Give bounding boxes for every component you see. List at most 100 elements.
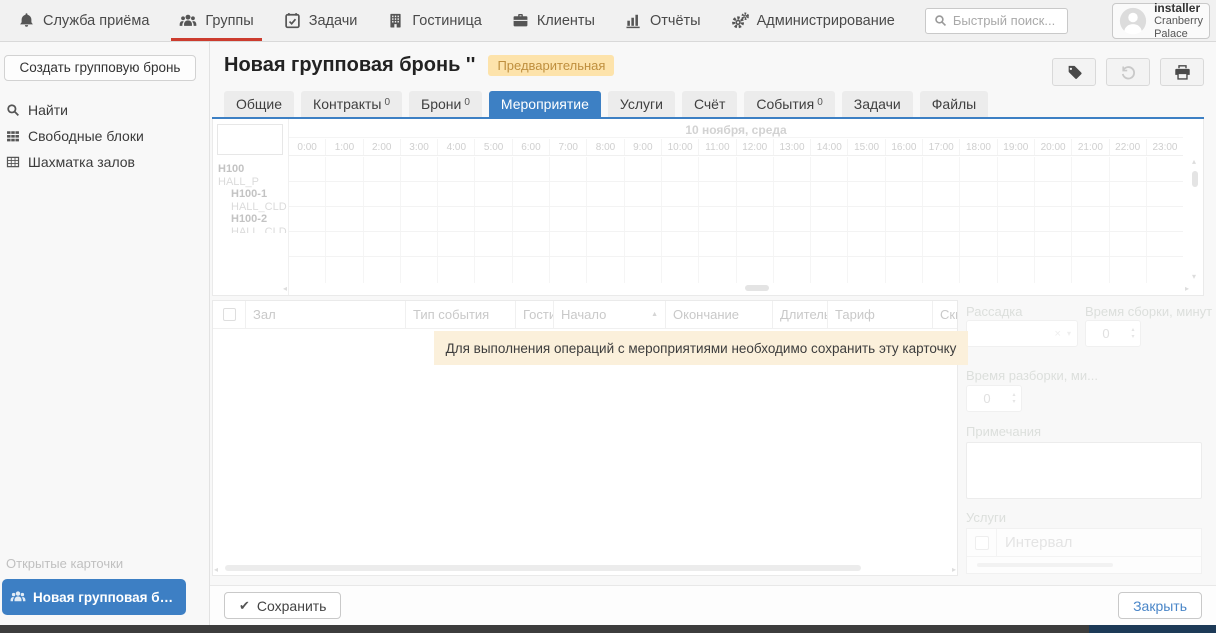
column-header-discount[interactable]: Скидк xyxy=(933,301,957,328)
tab-label: Счёт xyxy=(694,96,725,112)
step-up-icon[interactable]: ▴ xyxy=(1131,327,1134,334)
scroll-down-icon[interactable]: ▾ xyxy=(1192,272,1196,281)
header-actions xyxy=(1052,58,1204,86)
column-header-interval[interactable]: Интервал xyxy=(997,529,1201,556)
assembly-time-label: Время сборки, минут xyxy=(1085,304,1212,319)
timeline-grid-column xyxy=(1109,157,1146,283)
timeline-grid-column xyxy=(549,157,586,283)
tab-invoice[interactable]: Счёт xyxy=(682,91,737,117)
column-header-tariff[interactable]: Тариф xyxy=(828,301,933,328)
hour-label: 14:00 xyxy=(810,139,847,155)
scrollbar-thumb[interactable] xyxy=(745,285,769,291)
tab-services[interactable]: Услуги xyxy=(608,91,675,117)
timeline-filter-cell[interactable] xyxy=(217,124,283,155)
user-menu[interactable]: installer Cranberry Palace xyxy=(1112,3,1210,39)
timeline-grid-column xyxy=(997,157,1034,283)
teardown-time-stepper[interactable]: 0 ▴▾ xyxy=(966,385,1022,412)
briefcase-icon xyxy=(512,12,529,29)
column-header-event-type[interactable]: Тип события xyxy=(406,301,516,328)
step-up-icon[interactable]: ▴ xyxy=(1012,392,1015,399)
nav-label: Группы xyxy=(205,13,253,29)
timeline-grid-column xyxy=(847,157,884,283)
create-group-booking-button[interactable]: Создать групповую бронь xyxy=(4,55,196,81)
nav-clients[interactable]: Клиенты xyxy=(512,0,595,41)
nav-label: Отчёты xyxy=(650,13,701,29)
tab-events[interactable]: События0 xyxy=(744,91,834,117)
hour-label: 7:00 xyxy=(549,139,586,155)
column-header-hall[interactable]: Зал xyxy=(246,301,406,328)
stepper-arrows[interactable]: ▴▾ xyxy=(1126,327,1140,341)
print-button[interactable] xyxy=(1160,58,1204,86)
column-header-duration[interactable]: Длительн... xyxy=(773,301,828,328)
halls-timeline-panel: H100HALL_PH100-1HALL_CLDH100-2HALL_CLD 1… xyxy=(212,119,1204,296)
timeline-vertical-scrollbar[interactable]: ▴ ▾ xyxy=(1191,159,1200,279)
step-down-icon[interactable]: ▾ xyxy=(1131,334,1134,341)
column-header-start[interactable]: Начало▲ xyxy=(554,301,666,328)
timeline-grid-column xyxy=(773,157,810,283)
timeline-grid[interactable] xyxy=(289,157,1183,283)
bell-icon xyxy=(18,12,35,29)
save-button[interactable]: ✔ Сохранить xyxy=(224,592,341,619)
tab-label: Файлы xyxy=(932,96,976,112)
close-button[interactable]: Закрыть xyxy=(1118,592,1202,619)
close-button-label: Закрыть xyxy=(1133,598,1187,614)
scrollbar-thumb[interactable] xyxy=(1192,171,1198,187)
tab-files[interactable]: Файлы xyxy=(920,91,988,117)
timeline-grid-column xyxy=(363,157,400,283)
notes-textarea[interactable] xyxy=(966,442,1202,499)
tab-label: Контракты xyxy=(313,96,381,112)
nav-reports[interactable]: Отчёты xyxy=(625,0,701,41)
column-header-end[interactable]: Окончание xyxy=(666,301,773,328)
assembly-time-stepper[interactable]: 0 ▴▾ xyxy=(1085,320,1141,347)
sidebar-item-free-blocks[interactable]: Свободные блоки xyxy=(0,123,209,149)
timeline-date-header: 10 ноября, среда xyxy=(289,122,1183,138)
tab-label: Задачи xyxy=(854,96,901,112)
scroll-left-icon[interactable]: ◂ xyxy=(283,284,287,293)
timeline-hall-list: H100HALL_PH100-1HALL_CLDH100-2HALL_CLD xyxy=(218,163,288,233)
nav-hotel[interactable]: Гостиница xyxy=(387,0,481,41)
seating-combobox[interactable]: × ▾ xyxy=(966,320,1078,347)
hour-label: 17:00 xyxy=(922,139,959,155)
scrollbar-thumb[interactable] xyxy=(977,563,1113,567)
open-card-new-group-booking[interactable]: Новая групповая брон... xyxy=(2,579,186,615)
stepper-arrows[interactable]: ▴▾ xyxy=(1007,392,1021,406)
select-all-checkbox[interactable] xyxy=(223,308,236,321)
tab-tasks[interactable]: Задачи xyxy=(842,91,913,117)
search-input[interactable] xyxy=(953,13,1059,28)
sidebar-item-find[interactable]: Найти xyxy=(0,97,209,123)
tab-label: Брони xyxy=(421,96,461,112)
sidebar-item-hall-grid[interactable]: Шахматка залов xyxy=(0,149,209,175)
column-header-guests[interactable]: Гости xyxy=(516,301,554,328)
scroll-up-icon[interactable]: ▴ xyxy=(1192,157,1196,166)
services-select-all-checkbox[interactable] xyxy=(975,536,989,550)
tab-contracts[interactable]: Контракты0 xyxy=(301,91,402,117)
scroll-right-icon[interactable]: ▸ xyxy=(1185,284,1189,293)
chevron-down-icon[interactable]: ▾ xyxy=(1067,329,1071,338)
select-all-cell xyxy=(213,301,246,328)
gears-icon xyxy=(731,12,749,30)
nav-tasks[interactable]: Задачи xyxy=(284,0,358,41)
tag-button[interactable] xyxy=(1052,58,1096,86)
scroll-right-icon[interactable]: ▸ xyxy=(952,565,956,574)
hour-label: 6:00 xyxy=(512,139,549,155)
step-down-icon[interactable]: ▾ xyxy=(1012,399,1015,406)
tab-bookings[interactable]: Брони0 xyxy=(409,91,482,117)
teardown-time-value: 0 xyxy=(967,391,1007,406)
services-label: Услуги xyxy=(966,510,1006,525)
clear-icon[interactable]: × xyxy=(1055,328,1061,340)
timeline-grid-column xyxy=(289,157,325,283)
scrollbar-thumb[interactable] xyxy=(225,565,861,571)
hour-label: 15:00 xyxy=(847,139,884,155)
event-details-panel: Рассадка Время сборки, минут × ▾ 0 ▴▾ Вр… xyxy=(966,302,1202,581)
scroll-left-icon[interactable]: ◂ xyxy=(214,565,218,574)
timeline-horizontal-scrollbar[interactable]: ◂ ▸ xyxy=(291,284,1181,293)
tab-general[interactable]: Общие xyxy=(224,91,294,117)
nav-administration[interactable]: Администрирование xyxy=(731,0,895,41)
nav-reception[interactable]: Служба приёма xyxy=(18,0,149,41)
hour-label: 16:00 xyxy=(885,139,922,155)
services-scrollbar[interactable] xyxy=(967,557,1201,573)
nav-groups[interactable]: Группы xyxy=(179,0,253,41)
undo-button[interactable] xyxy=(1106,58,1150,86)
events-table-horizontal-scrollbar[interactable]: ◂ ▸ xyxy=(215,564,955,573)
tab-event[interactable]: Мероприятие xyxy=(489,91,601,117)
